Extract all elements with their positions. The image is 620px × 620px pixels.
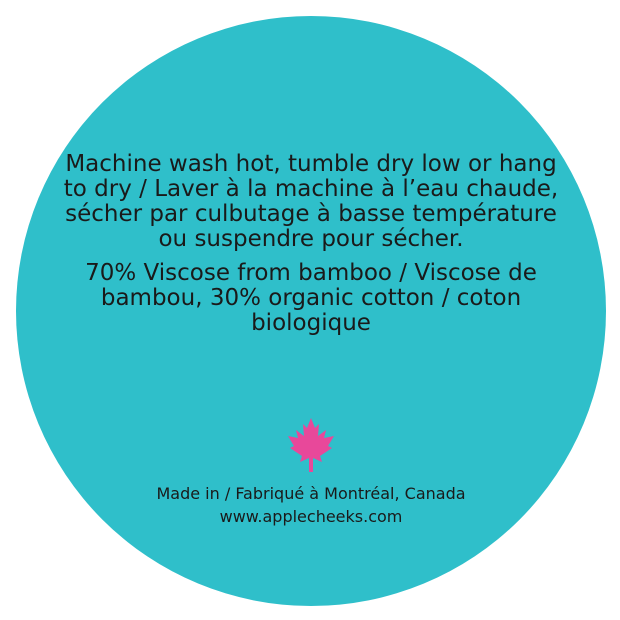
care-label: Machine wash hot, tumble dry low or hang…: [16, 16, 606, 606]
care-instructions: Machine wash hot, tumble dry low or hang…: [63, 151, 559, 252]
maple-leaf-icon: [288, 418, 334, 472]
fabric-composition: 70% Viscose from bamboo / Viscose de bam…: [85, 260, 537, 336]
origin-text: Made in / Fabriqué à Montréal, Canada: [156, 484, 466, 503]
origin-block: Made in / Fabriqué à Montréal, Canada ww…: [56, 482, 566, 528]
care-text-block: Machine wash hot, tumble dry low or hang…: [56, 152, 566, 336]
website-text: www.applecheeks.com: [219, 507, 403, 526]
